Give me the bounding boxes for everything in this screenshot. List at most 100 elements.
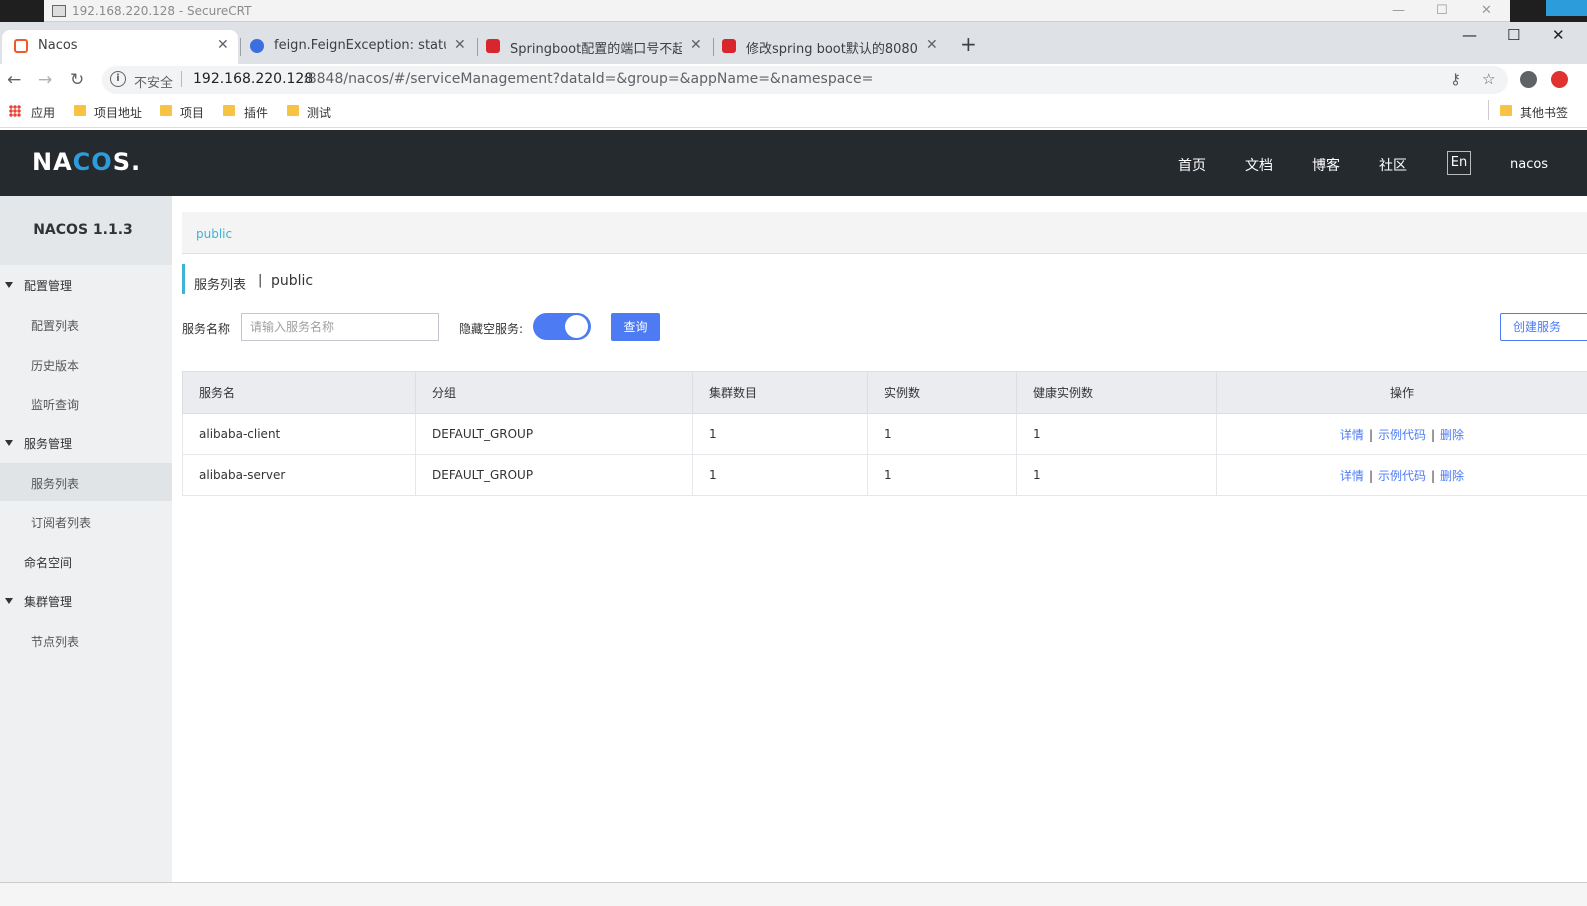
namespace-tab-public[interactable]: public (196, 227, 232, 241)
bookmark-apps[interactable]: 应用 (31, 104, 55, 121)
bookmarks-bar (0, 96, 1587, 128)
securecrt-close-icon[interactable]: ✕ (1481, 3, 1492, 18)
sidebar-item-subscribers[interactable]: 订阅者列表 (31, 514, 91, 531)
cell-ops: 详情 | 示例代码 | 删除 (1216, 454, 1587, 496)
forward-icon[interactable]: → (38, 70, 52, 90)
tray-app-icon (1546, 0, 1587, 16)
column-header-ops: 操作 (1216, 371, 1587, 414)
tab-label: Nacos (38, 38, 78, 53)
sidebar-group-namespace[interactable]: 命名空间 (24, 554, 72, 571)
info-icon[interactable]: i (110, 71, 126, 87)
new-tab-button[interactable]: + (960, 32, 977, 56)
minimize-icon[interactable]: — (1462, 26, 1477, 44)
delete-link[interactable]: 删除 (1440, 428, 1464, 442)
sample-code-link[interactable]: 示例代码 (1378, 428, 1426, 442)
bottom-strip (0, 883, 1587, 906)
reload-icon[interactable]: ↻ (70, 70, 84, 90)
nav-blog[interactable]: 博客 (1312, 155, 1340, 175)
sidebar (0, 196, 172, 906)
logo-text-accent: CO (72, 148, 113, 176)
caret-down-icon[interactable] (5, 598, 13, 604)
caret-down-icon[interactable] (5, 440, 13, 446)
key-icon[interactable]: ⚷ (1450, 70, 1461, 88)
detail-link[interactable]: 详情 (1340, 469, 1364, 483)
security-label[interactable]: 不安全 (134, 72, 173, 91)
securecrt-maximize-icon[interactable]: ☐ (1436, 3, 1448, 18)
baidu-favicon-icon (250, 39, 264, 53)
sidebar-group-service[interactable]: 服务管理 (24, 435, 72, 452)
sample-code-link[interactable]: 示例代码 (1378, 469, 1426, 483)
cell-group: DEFAULT_GROUP (415, 454, 693, 496)
tab-close-icon[interactable]: ✕ (454, 37, 466, 53)
back-icon[interactable]: ← (7, 70, 21, 90)
bookmark-test[interactable]: 测试 (307, 104, 331, 121)
extension-icon[interactable] (1551, 71, 1568, 88)
sidebar-item-service-list[interactable]: 服务列表 (31, 475, 79, 492)
bookmark-plugin[interactable]: 插件 (244, 104, 268, 121)
title-separator: | (258, 273, 263, 288)
column-header-service-name[interactable]: 服务名 (182, 371, 416, 414)
page-namespace: public (271, 273, 314, 289)
sidebar-item-config-list[interactable]: 配置列表 (31, 317, 79, 334)
delete-link[interactable]: 删除 (1440, 469, 1464, 483)
securecrt-window[interactable] (44, 0, 1510, 22)
nacos-header (0, 130, 1587, 196)
page-title: 服务列表 (194, 278, 247, 293)
account-icon[interactable] (1520, 71, 1537, 88)
service-table: 服务名 分组 集群数目 实例数 健康实例数 操作 alibaba-client … (182, 371, 1587, 496)
star-icon[interactable]: ☆ (1482, 70, 1495, 88)
query-button[interactable]: 查询 (611, 313, 660, 341)
sidebar-item-history[interactable]: 历史版本 (31, 357, 79, 374)
sidebar-item-listener-query[interactable]: 监听查询 (31, 396, 79, 413)
url-divider (181, 71, 182, 87)
folder-icon (1500, 105, 1512, 116)
language-switch-button[interactable]: En (1447, 151, 1471, 175)
logo-text: NA (32, 148, 73, 176)
tab-close-icon[interactable]: ✕ (217, 37, 229, 53)
bookmark-project-address[interactable]: 项目地址 (94, 104, 142, 121)
service-name-input[interactable] (241, 313, 439, 341)
csdn-favicon-icon (722, 39, 736, 53)
nacos-logo[interactable]: NACOS. (32, 148, 141, 176)
sidebar-group-config[interactable]: 配置管理 (24, 277, 72, 294)
nav-home[interactable]: 首页 (1178, 155, 1206, 175)
logo-text: S. (112, 148, 142, 176)
url-path[interactable]: :8848/nacos/#/serviceManagement?dataId=&… (303, 71, 873, 87)
cell-ops: 详情 | 示例代码 | 删除 (1216, 413, 1587, 455)
nav-docs[interactable]: 文档 (1245, 155, 1273, 175)
create-service-button[interactable]: 创建服务 (1500, 313, 1587, 341)
caret-down-icon[interactable] (5, 282, 13, 288)
toggle-knob[interactable] (565, 315, 588, 338)
csdn-favicon-icon (486, 39, 500, 53)
table-row: alibaba-client DEFAULT_GROUP 1 1 1 详情 | 示例… (182, 413, 1587, 455)
folder-icon (223, 105, 235, 116)
bookmark-other[interactable]: 其他书签 (1520, 104, 1568, 121)
tab-label: feign.FeignException: status 40 (274, 38, 446, 53)
namespace-bar (182, 212, 1587, 254)
ops-separator: | (1368, 427, 1373, 442)
securecrt-minimize-icon[interactable]: — (1392, 3, 1405, 18)
cell-clusters: 1 (692, 413, 868, 455)
table-header-row: 服务名 分组 集群数目 实例数 健康实例数 操作 (182, 371, 1587, 414)
cell-service-name: alibaba-server (182, 454, 416, 496)
url-host[interactable]: 192.168.220.128 (193, 71, 313, 87)
column-header-instances[interactable]: 实例数 (867, 371, 1017, 414)
cell-service-name: alibaba-client (182, 413, 416, 455)
column-header-group[interactable]: 分组 (415, 371, 693, 414)
close-window-icon[interactable]: ✕ (1552, 26, 1565, 44)
column-header-healthy[interactable]: 健康实例数 (1016, 371, 1217, 414)
tab-close-icon[interactable]: ✕ (926, 37, 938, 53)
tab-close-icon[interactable]: ✕ (690, 37, 702, 53)
sidebar-group-cluster[interactable]: 集群管理 (24, 593, 72, 610)
apps-grid-icon[interactable] (9, 105, 21, 117)
ops-separator: | (1431, 468, 1436, 483)
sidebar-item-node-list[interactable]: 节点列表 (31, 633, 79, 650)
hide-empty-label: 隐藏空服务: (459, 322, 524, 336)
nav-community[interactable]: 社区 (1379, 155, 1407, 175)
column-header-clusters[interactable]: 集群数目 (692, 371, 868, 414)
cell-group: DEFAULT_GROUP (415, 413, 693, 455)
bookmark-project[interactable]: 项目 (180, 104, 204, 121)
maximize-icon[interactable]: ☐ (1507, 26, 1520, 44)
user-name[interactable]: nacos (1510, 157, 1548, 172)
detail-link[interactable]: 详情 (1340, 428, 1364, 442)
